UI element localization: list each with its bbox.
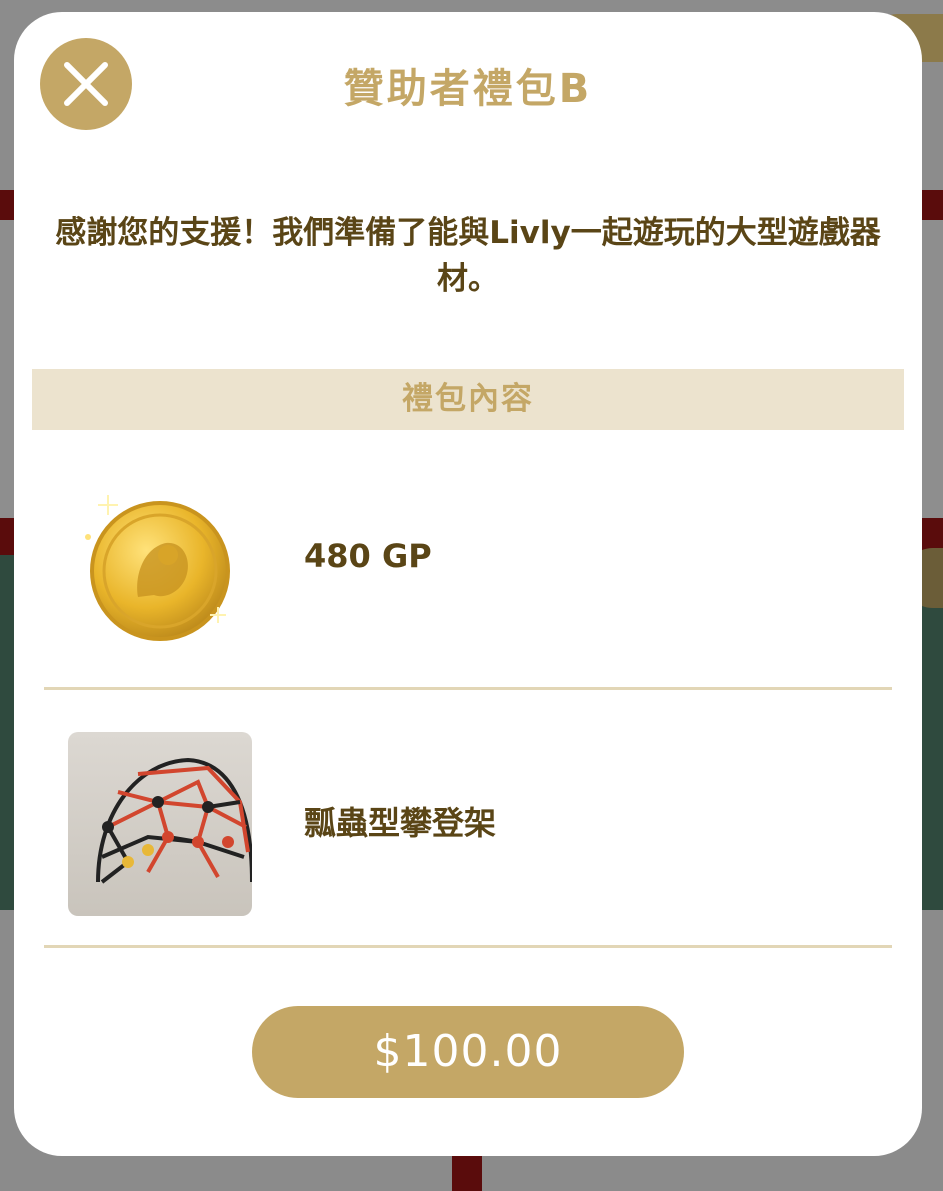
- list-item-climber: 瓢蟲型攀登架: [44, 732, 892, 920]
- section-header-contents: 禮包內容: [32, 369, 904, 430]
- gold-coin-icon: [68, 477, 252, 661]
- purchase-button[interactable]: $100.00: [252, 1006, 684, 1098]
- item-label: 瓢蟲型攀登架: [304, 804, 497, 842]
- item-label: 480 GP: [304, 537, 432, 575]
- list-item-gp: 480 GP: [44, 477, 892, 687]
- divider: [44, 687, 892, 690]
- dialog-title: 贊助者禮包B: [343, 66, 593, 112]
- dialog-description: 感謝您的支援！我們準備了能與Livly一起遊玩的大型遊戲器材。: [55, 215, 881, 297]
- gift-pack-dialog: 贊助者禮包B 感謝您的支援！我們準備了能與Livly一起遊玩的大型遊戲器材。 禮…: [14, 12, 922, 1156]
- ladybug-dome-climber-icon: [68, 732, 252, 916]
- divider: [44, 945, 892, 948]
